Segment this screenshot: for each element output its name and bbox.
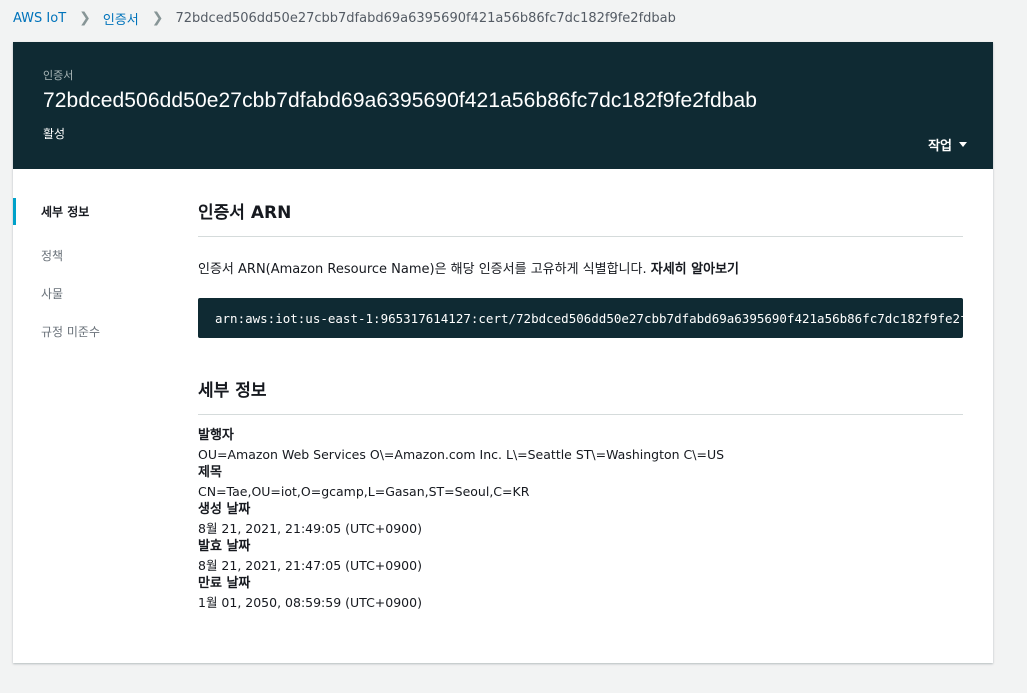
- sidebar-item-noncompliance[interactable]: 규정 미준수: [13, 312, 163, 350]
- details-section-title: 세부 정보: [198, 376, 963, 415]
- page-title: 72bdced506dd50e27cbb7dfabd69a6395690f421…: [43, 89, 758, 112]
- details-list: 발행자 OU=Amazon Web Services O\=Amazon.com…: [198, 427, 963, 612]
- issuer-label: 발행자: [198, 428, 234, 443]
- created-date-label: 생성 날짜: [198, 502, 251, 517]
- caret-down-icon: [959, 142, 967, 147]
- header-kicker: 인증서: [43, 69, 74, 82]
- arn-section-title: 인증서 ARN: [198, 198, 963, 237]
- sidebar-item-label: 사물: [41, 286, 64, 301]
- breadcrumb-certificates-link[interactable]: 인증서: [103, 9, 139, 28]
- breadcrumb: AWS IoT ❯ 인증서 ❯ 72bdced506dd50e27cbb7dfa…: [13, 8, 676, 28]
- arn-description: 인증서 ARN(Amazon Resource Name)은 해당 인증서를 고…: [198, 258, 963, 277]
- certificate-detail-card: 인증서 72bdced506dd50e27cbb7dfabd69a6395690…: [13, 42, 993, 663]
- expiration-date-label: 만료 날짜: [198, 576, 251, 591]
- sidebar-nav: 세부 정보 정책 사물 규정 미준수: [13, 198, 163, 350]
- actions-label: 작업: [928, 139, 952, 154]
- effective-date-value: 8월 21, 2021, 21:47:05 (UTC+0900): [198, 557, 422, 573]
- sidebar-item-policies[interactable]: 정책: [13, 236, 163, 274]
- created-date-value: 8월 21, 2021, 21:49:05 (UTC+0900): [198, 520, 422, 536]
- arn-description-text: 인증서 ARN(Amazon Resource Name)은 해당 인증서를 고…: [198, 262, 647, 277]
- main-content: 인증서 ARN 인증서 ARN(Amazon Resource Name)은 해…: [198, 198, 963, 612]
- subject-value: CN=Tae,OU=iot,O=gcamp,L=Gasan,ST=Seoul,C…: [198, 483, 530, 499]
- sidebar-item-details[interactable]: 세부 정보: [13, 198, 163, 236]
- expiration-date-value: 1월 01, 2050, 08:59:59 (UTC+0900): [198, 594, 422, 610]
- status-badge: 활성: [43, 127, 66, 141]
- certificate-header: 인증서 72bdced506dd50e27cbb7dfabd69a6395690…: [13, 42, 993, 169]
- issuer-value: OU=Amazon Web Services O\=Amazon.com Inc…: [198, 446, 725, 462]
- learn-more-link[interactable]: 자세히 알아보기: [651, 262, 739, 277]
- subject-label: 제목: [198, 465, 222, 480]
- arn-value: arn:aws:iot:us-east-1:965317614127:cert/…: [215, 310, 963, 326]
- sidebar-item-label: 세부 정보: [41, 205, 90, 219]
- chevron-right-icon: ❯: [79, 10, 91, 26]
- breadcrumb-aws-iot-link[interactable]: AWS IoT: [13, 11, 66, 26]
- sidebar-item-label: 규정 미준수: [41, 324, 101, 339]
- breadcrumb-current: 72bdced506dd50e27cbb7dfabd69a6395690f421…: [175, 10, 676, 26]
- arn-code-box[interactable]: arn:aws:iot:us-east-1:965317614127:cert/…: [198, 298, 963, 338]
- effective-date-label: 발효 날짜: [198, 539, 251, 554]
- sidebar-item-things[interactable]: 사물: [13, 274, 163, 312]
- sidebar-item-label: 정책: [41, 248, 64, 263]
- actions-dropdown-button[interactable]: 작업: [928, 135, 967, 154]
- chevron-right-icon: ❯: [151, 10, 164, 26]
